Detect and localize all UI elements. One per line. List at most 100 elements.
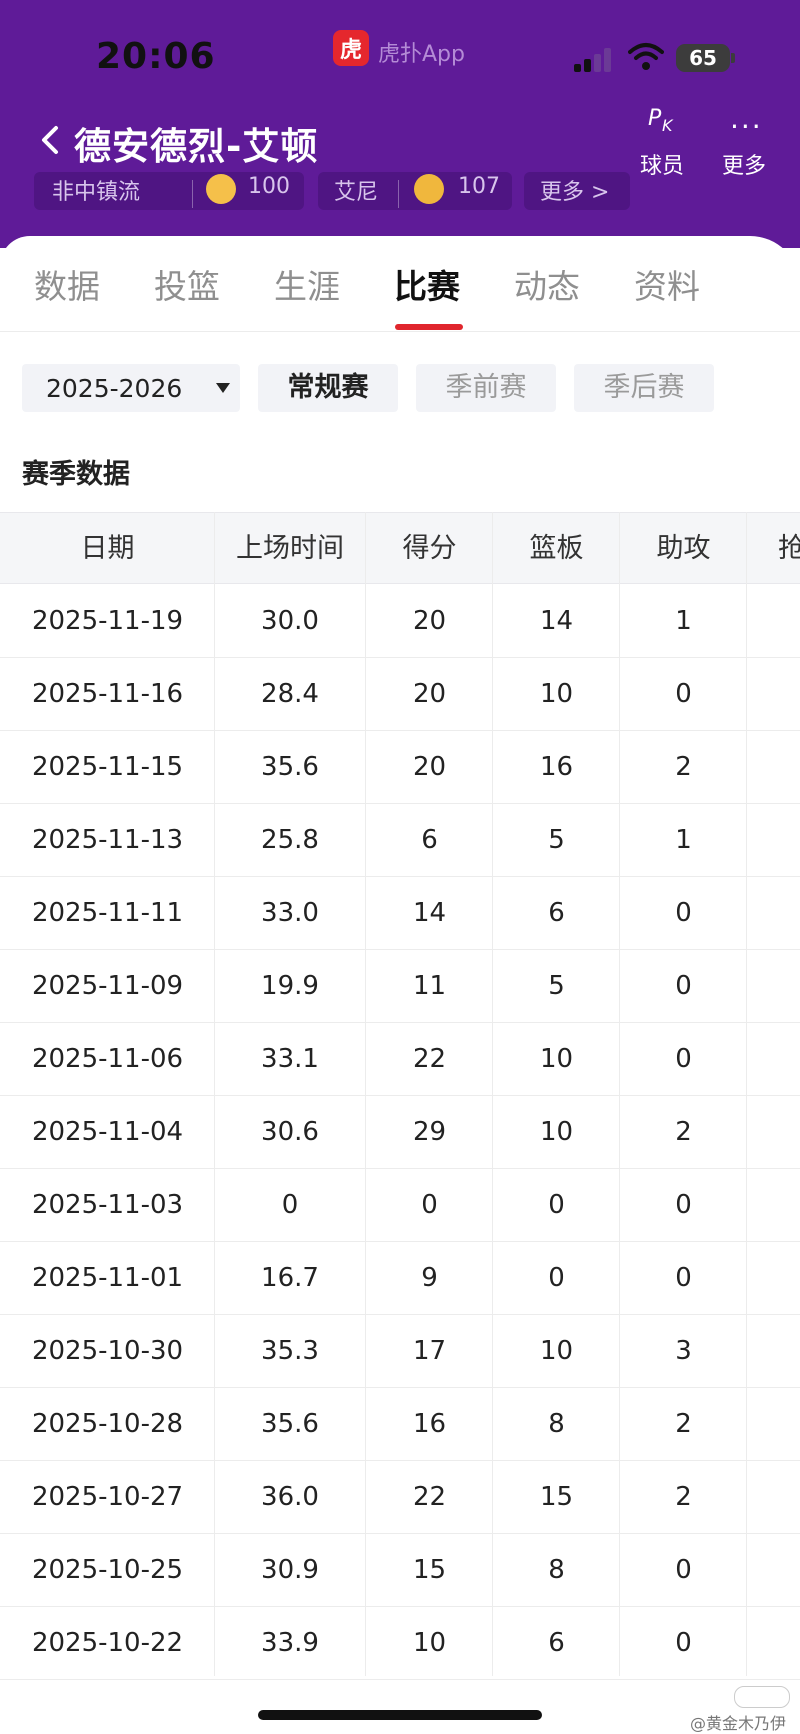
cell-rebounds: 5 bbox=[548, 825, 565, 855]
cell-points: 22 bbox=[412, 1482, 447, 1512]
cell-rebounds: 6 bbox=[548, 1628, 565, 1658]
cell-date: 2025-11-19 bbox=[31, 606, 184, 636]
table-row[interactable]: 2025-10-25 30.9 15 8 0 bbox=[0, 1534, 800, 1607]
active-tab-indicator bbox=[395, 324, 463, 330]
column-header-minutes[interactable]: 上场时间 bbox=[215, 513, 365, 585]
cell-assists: 0 bbox=[675, 1190, 692, 1220]
cell-rebounds: 15 bbox=[539, 1482, 574, 1512]
cell-rebounds: 8 bbox=[548, 1555, 565, 1585]
cell-date: 2025-10-27 bbox=[31, 1482, 184, 1512]
table-header: 日期 上场时间 得分 篮板 助攻 抢 bbox=[0, 512, 800, 584]
battery-indicator: 65 bbox=[676, 44, 730, 72]
cell-minutes: 30.6 bbox=[261, 1117, 319, 1147]
cell-rebounds: 10 bbox=[539, 1044, 574, 1074]
badge-label: 非中镇流 bbox=[52, 180, 141, 205]
tab-shooting[interactable]: 投篮 bbox=[154, 260, 220, 308]
cell-points: 11 bbox=[412, 971, 447, 1001]
cell-date: 2025-10-22 bbox=[31, 1628, 184, 1658]
cell-assists: 0 bbox=[675, 1628, 692, 1658]
tab-career[interactable]: 生涯 bbox=[274, 260, 340, 308]
pk-player-button[interactable]: PK 球员 bbox=[630, 106, 694, 179]
table-row[interactable]: 2025-11-15 35.6 20 16 2 bbox=[0, 731, 800, 804]
season-dropdown[interactable]: 2025-2026 bbox=[22, 364, 240, 412]
cell-minutes: 25.8 bbox=[261, 825, 319, 855]
season-value: 2025-2026 bbox=[46, 374, 183, 403]
cell-assists: 3 bbox=[675, 1336, 692, 1366]
cell-rebounds: 10 bbox=[539, 1117, 574, 1147]
badge-value: 107 bbox=[458, 174, 500, 199]
cell-assists: 1 bbox=[675, 825, 692, 855]
table-row[interactable]: 2025-11-19 30.0 20 14 1 bbox=[0, 585, 800, 658]
table-row[interactable]: 2025-11-09 19.9 11 5 0 bbox=[0, 950, 800, 1023]
cell-assists: 0 bbox=[675, 1044, 692, 1074]
cell-date: 2025-11-03 bbox=[31, 1190, 184, 1220]
cell-minutes: 33.1 bbox=[261, 1044, 319, 1074]
tabs-divider bbox=[0, 331, 800, 332]
cell-rebounds: 16 bbox=[539, 752, 574, 782]
table-row[interactable]: 2025-11-11 33.0 14 6 0 bbox=[0, 877, 800, 950]
column-divider bbox=[746, 512, 747, 1676]
cell-points: 9 bbox=[421, 1263, 438, 1293]
column-header-rebounds[interactable]: 篮板 bbox=[493, 513, 620, 585]
cell-minutes: 30.9 bbox=[261, 1555, 319, 1585]
cell-minutes: 33.9 bbox=[261, 1628, 319, 1658]
section-title: 赛季数据 bbox=[22, 459, 130, 490]
cell-minutes: 0 bbox=[281, 1190, 299, 1220]
cell-minutes: 30.0 bbox=[261, 606, 319, 636]
table-row[interactable]: 2025-11-06 33.1 22 10 0 bbox=[0, 1023, 800, 1096]
cell-points: 15 bbox=[412, 1555, 447, 1585]
column-header-date[interactable]: 日期 bbox=[0, 513, 215, 585]
column-header-assists[interactable]: 助攻 bbox=[620, 513, 747, 585]
cell-points: 22 bbox=[412, 1044, 447, 1074]
table-row[interactable]: 2025-11-13 25.8 6 5 1 bbox=[0, 804, 800, 877]
main-tabs: 数据 投篮 生涯 比赛 动态 资料 bbox=[0, 260, 800, 330]
badge-value: 100 bbox=[248, 174, 290, 199]
cell-minutes: 35.3 bbox=[261, 1336, 319, 1366]
filter-playoffs[interactable]: 季后赛 bbox=[574, 364, 714, 412]
tab-news[interactable]: 动态 bbox=[514, 260, 580, 308]
cell-minutes: 35.6 bbox=[261, 1409, 319, 1439]
badge-label: 艾尼 bbox=[334, 180, 379, 205]
tab-games[interactable]: 比赛 bbox=[394, 260, 460, 308]
badge-icon bbox=[414, 174, 444, 204]
honor-badge-1[interactable]: 非中镇流 100 bbox=[34, 172, 304, 210]
badge-more-label: 更多 > bbox=[540, 180, 610, 205]
badges-more-button[interactable]: 更多 > bbox=[524, 172, 630, 210]
honor-badge-2[interactable]: 艾尼 107 bbox=[318, 172, 512, 210]
cell-assists: 1 bbox=[675, 606, 692, 636]
table-row[interactable]: 2025-11-04 30.6 29 10 2 bbox=[0, 1096, 800, 1169]
app-name: 虎扑App bbox=[378, 42, 465, 67]
watermark-seal bbox=[734, 1686, 790, 1708]
table-row[interactable]: 2025-11-01 16.7 9 0 0 bbox=[0, 1242, 800, 1315]
filter-preseason[interactable]: 季前赛 bbox=[416, 364, 556, 412]
column-header-steals-partial[interactable]: 抢 bbox=[778, 513, 800, 585]
cell-date: 2025-11-09 bbox=[31, 971, 184, 1001]
back-arrow-icon[interactable] bbox=[36, 120, 66, 160]
cell-rebounds: 14 bbox=[539, 606, 574, 636]
badge-divider bbox=[398, 180, 399, 208]
table-row[interactable]: 2025-10-30 35.3 17 10 3 bbox=[0, 1315, 800, 1388]
cell-points: 17 bbox=[412, 1336, 447, 1366]
cell-date: 2025-11-04 bbox=[31, 1117, 184, 1147]
filter-regular-season[interactable]: 常规赛 bbox=[258, 364, 398, 412]
cell-date: 2025-11-01 bbox=[31, 1263, 184, 1293]
table-row[interactable]: 2025-10-28 35.6 16 8 2 bbox=[0, 1388, 800, 1461]
more-button[interactable]: ··· 更多 bbox=[712, 106, 776, 179]
table-row[interactable]: 2025-10-27 36.0 22 15 2 bbox=[0, 1461, 800, 1534]
table-row[interactable]: 2025-10-22 33.9 10 6 0 bbox=[0, 1607, 800, 1680]
cell-minutes: 35.6 bbox=[261, 752, 319, 782]
cell-points: 6 bbox=[421, 825, 438, 855]
cell-date: 2025-11-11 bbox=[31, 898, 184, 928]
table-row[interactable]: 2025-11-03 0 0 0 0 bbox=[0, 1169, 800, 1242]
cell-points: 20 bbox=[412, 679, 447, 709]
cell-assists: 2 bbox=[675, 1482, 692, 1512]
tab-stats[interactable]: 数据 bbox=[34, 260, 100, 308]
dropdown-caret-icon bbox=[216, 383, 230, 393]
column-divider bbox=[214, 512, 215, 1676]
tab-profile[interactable]: 资料 bbox=[634, 260, 700, 308]
cell-rebounds: 6 bbox=[548, 898, 565, 928]
cell-minutes: 33.0 bbox=[261, 898, 319, 928]
column-header-points[interactable]: 得分 bbox=[366, 513, 493, 585]
table-row[interactable]: 2025-11-16 28.4 20 10 0 bbox=[0, 658, 800, 731]
cell-points: 14 bbox=[412, 898, 447, 928]
